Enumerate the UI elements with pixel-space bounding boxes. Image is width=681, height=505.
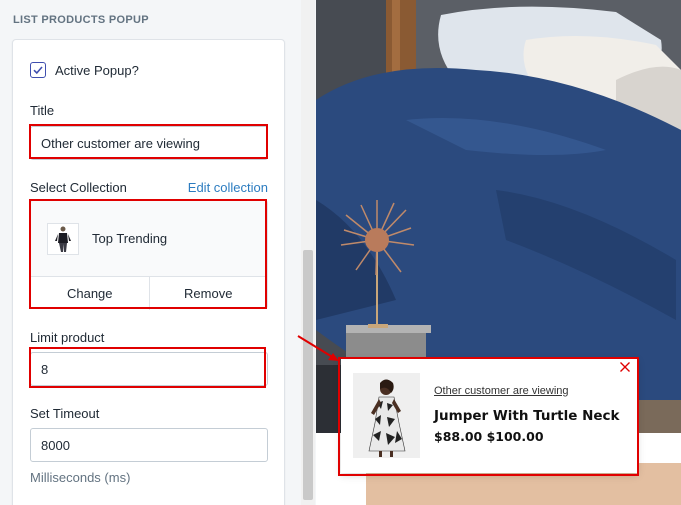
collection-thumbnail: [47, 222, 79, 255]
checkmark-icon: [33, 66, 43, 75]
timeout-input[interactable]: [30, 428, 268, 462]
change-button[interactable]: Change: [31, 277, 149, 310]
popup-product-title[interactable]: Jumper With Turtle Neck: [434, 408, 620, 424]
limit-label: Limit product: [30, 330, 105, 345]
scrollbar-thumb[interactable]: [303, 250, 313, 500]
title-input[interactable]: [30, 126, 268, 160]
settings-card: Active Popup? Title Select Collection Ed…: [12, 39, 285, 505]
active-popup-row[interactable]: Active Popup?: [30, 62, 139, 78]
popup-caption[interactable]: Other customer are viewing: [434, 385, 569, 397]
active-popup-checkbox[interactable]: [30, 62, 46, 78]
popup-price: $88.00 $100.00: [434, 429, 544, 444]
settings-panel: LIST PRODUCTS POPUP Active Popup? Title …: [0, 0, 300, 505]
limit-input[interactable]: [30, 352, 268, 386]
active-popup-label: Active Popup?: [55, 62, 139, 78]
remove-button[interactable]: Remove: [148, 277, 267, 310]
product-popup[interactable]: Other customer are viewing Jumper With T…: [341, 359, 637, 473]
timeout-help-text: Milliseconds (ms): [30, 470, 131, 485]
edit-collection-link[interactable]: Edit collection: [188, 180, 268, 195]
timeout-label: Set Timeout: [30, 406, 100, 421]
section-heading: LIST PRODUCTS POPUP: [13, 14, 149, 26]
collection-picker: Top Trending Change Remove: [30, 200, 268, 310]
collection-name: Top Trending: [92, 231, 168, 246]
title-label: Title: [30, 103, 55, 118]
product-image[interactable]: [353, 373, 420, 458]
close-icon[interactable]: [619, 361, 631, 373]
collection-label: Select Collection: [30, 180, 127, 195]
collection-actions: Change Remove: [31, 276, 267, 310]
collection-item: Top Trending: [31, 201, 267, 276]
